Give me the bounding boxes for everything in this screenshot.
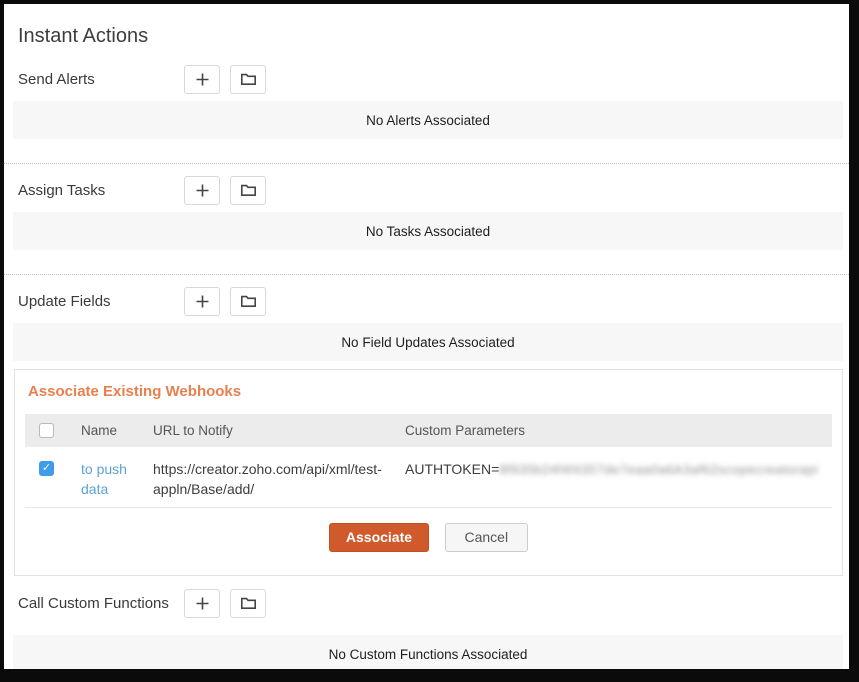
empty-banner-custom-functions: No Custom Functions Associated [13, 635, 843, 669]
empty-text-alerts: No Alerts Associated [366, 113, 490, 128]
section-label-update-fields: Update Fields [18, 293, 184, 310]
section-divider [4, 274, 849, 275]
webhooks-panel-title: Associate Existing Webhooks [28, 382, 832, 402]
plus-icon [195, 183, 210, 198]
webhook-param-key: AUTHTOKEN= [405, 461, 499, 477]
folder-icon [240, 72, 257, 86]
section-call-custom-functions: Call Custom Functions [18, 588, 849, 618]
folder-icon [240, 183, 257, 197]
webhook-url: https://creator.zoho.com/api/xml/test-ap… [153, 459, 389, 499]
page-title: Instant Actions [4, 4, 849, 50]
section-label-send-alerts: Send Alerts [18, 71, 184, 88]
webhook-row: ✓ to push data https://creator.zoho.com/… [25, 447, 832, 508]
column-header-url: URL to Notify [137, 414, 389, 447]
plus-icon [195, 294, 210, 309]
section-divider [4, 163, 849, 164]
browse-alerts-button[interactable] [230, 65, 266, 94]
folder-icon [240, 294, 257, 308]
empty-text-custom-functions: No Custom Functions Associated [329, 647, 528, 662]
plus-icon [195, 596, 210, 611]
cancel-button[interactable]: Cancel [445, 523, 529, 552]
browse-custom-functions-button[interactable] [230, 589, 266, 618]
select-all-checkbox[interactable] [39, 423, 54, 438]
empty-banner-field-updates: No Field Updates Associated [13, 323, 843, 361]
associate-button[interactable]: Associate [329, 523, 429, 552]
webhooks-table: Name URL to Notify Custom Parameters ✓ t… [25, 414, 832, 508]
check-icon: ✓ [42, 463, 51, 474]
empty-text-field-updates: No Field Updates Associated [341, 335, 514, 350]
add-field-update-button[interactable] [184, 287, 220, 316]
webhooks-actions: Associate Cancel [25, 523, 832, 552]
column-header-params: Custom Parameters [389, 414, 832, 447]
associate-webhooks-panel: Associate Existing Webhooks Name URL to … [14, 369, 843, 576]
add-custom-function-button[interactable] [184, 589, 220, 618]
browse-tasks-button[interactable] [230, 176, 266, 205]
folder-icon [240, 596, 257, 610]
section-label-call-custom-functions: Call Custom Functions [18, 595, 184, 612]
instant-actions-panel: Instant Actions Send Alerts No Alerts As… [4, 4, 849, 669]
add-task-button[interactable] [184, 176, 220, 205]
column-header-name: Name [65, 414, 137, 447]
empty-banner-alerts: No Alerts Associated [13, 101, 843, 139]
empty-banner-tasks: No Tasks Associated [13, 212, 843, 250]
webhook-row-checkbox[interactable]: ✓ [39, 461, 54, 476]
empty-text-tasks: No Tasks Associated [366, 224, 490, 239]
section-send-alerts: Send Alerts [18, 64, 849, 94]
webhooks-header-row: Name URL to Notify Custom Parameters [25, 414, 832, 447]
browse-field-updates-button[interactable] [230, 287, 266, 316]
plus-icon [195, 72, 210, 87]
section-assign-tasks: Assign Tasks [18, 175, 849, 205]
add-alert-button[interactable] [184, 65, 220, 94]
webhook-param-value-redacted: 8f935b24f4f4357de7eaa0a6A3af62scopecreat… [499, 462, 818, 477]
section-label-assign-tasks: Assign Tasks [18, 182, 184, 199]
webhook-name-link[interactable]: to push data [81, 461, 127, 497]
section-update-fields: Update Fields [18, 286, 849, 316]
